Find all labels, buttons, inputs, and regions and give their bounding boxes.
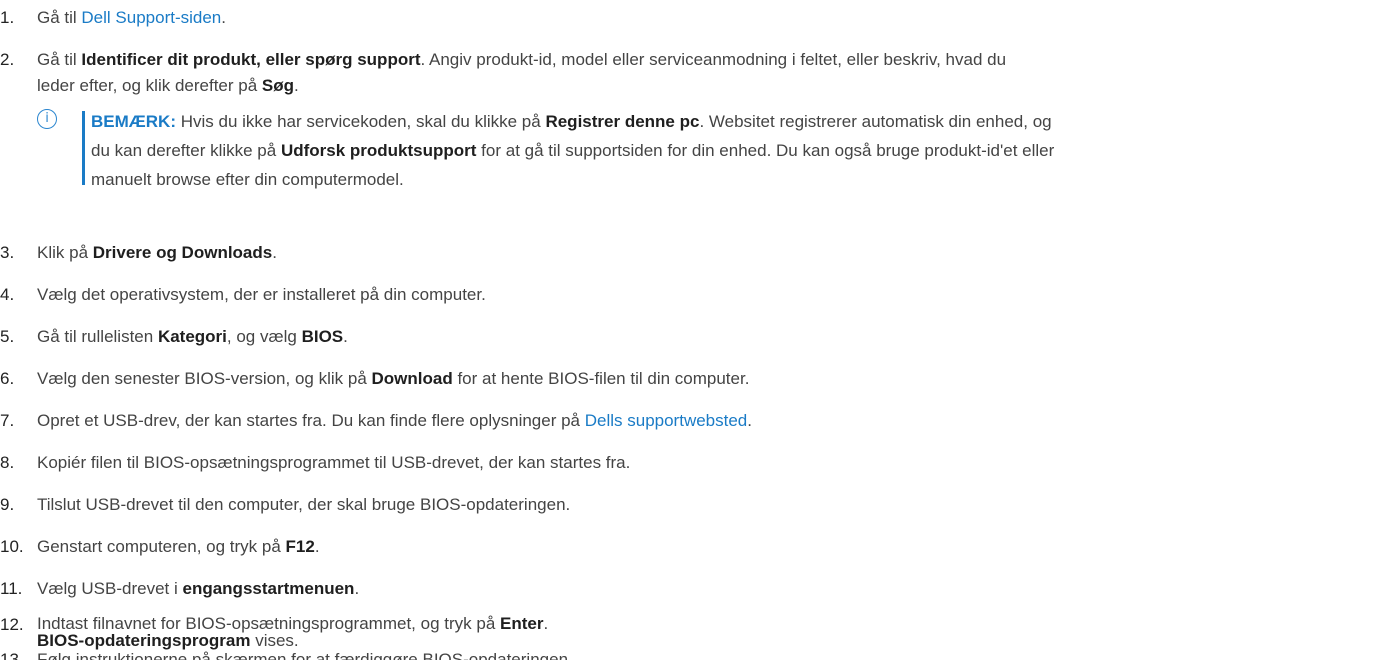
- step-2: 2. Gå til Identificer dit produkt, eller…: [0, 50, 1391, 102]
- note-line: manuelt browse efter din computermodel.: [91, 170, 404, 189]
- step-text-mid: , og vælg: [226, 327, 302, 346]
- step-number: 11.: [0, 579, 23, 598]
- step-text: Vælg den senester BIOS-version, og klik …: [37, 369, 749, 389]
- step-number: 9.: [0, 495, 15, 514]
- step-number: 2.: [0, 50, 15, 69]
- note-text: BEMÆRK: Hvis du ikke har servicekoden, s…: [91, 107, 1054, 194]
- step-text: Opret et USB-drev, der kan startes fra. …: [37, 411, 752, 431]
- note-text-post: . Websitet registrerer automatisk din en…: [699, 112, 1052, 131]
- step-text-bold: Søg: [261, 76, 295, 95]
- step-text-post: for at hente BIOS-filen til din computer…: [452, 369, 750, 388]
- note-text-pre: du kan derefter klikke på: [91, 141, 281, 160]
- step-text-post: .: [221, 8, 226, 27]
- step-text-bold: Enter: [500, 614, 544, 633]
- step-text-pre: Vælg USB-drevet i: [37, 579, 183, 598]
- step-number: 5.: [0, 327, 15, 346]
- step-number: 6.: [0, 369, 15, 388]
- step-number: 7.: [0, 411, 15, 430]
- step-text-bold: Identificer dit produkt, eller spørg sup…: [81, 50, 421, 69]
- step-number: 8.: [0, 453, 15, 472]
- step-text-pre: Gå til: [37, 8, 82, 27]
- step-text: Indtast filnavnet for BIOS-opsætningspro…: [37, 615, 548, 649]
- step-text-post: vises.: [250, 631, 299, 650]
- step-number: 10.: [0, 537, 24, 556]
- step-number: 4.: [0, 285, 15, 304]
- step-text: Gå til Identificer dit produkt, eller sp…: [37, 47, 1006, 99]
- note-text-post: for at gå til supportsiden for din enhed…: [476, 141, 1055, 160]
- note-label: BEMÆRK:: [91, 112, 176, 131]
- dells-supportwebsted-link[interactable]: Dells supportwebsted: [585, 411, 748, 430]
- step-text-pre: Opret et USB-drev, der kan startes fra. …: [37, 411, 585, 430]
- step-text: Vælg USB-drevet i engangsstartmenuen.: [37, 579, 359, 599]
- step-text: Genstart computeren, og tryk på F12.: [37, 537, 320, 557]
- step-text-bold: Download: [371, 369, 453, 388]
- step-text-pre: Vælg den senester BIOS-version, og klik …: [37, 369, 372, 388]
- step-line: BIOS-opdateringsprogram vises.: [37, 632, 548, 649]
- note-text-pre: Hvis du ikke har servicekoden, skal du k…: [176, 112, 546, 131]
- step-text-bold: Kategori: [157, 327, 227, 346]
- step-text-bold: BIOS-opdateringsprogram: [37, 631, 251, 650]
- step-text-pre: Gå til: [37, 50, 82, 69]
- dell-support-link[interactable]: Dell Support-siden: [81, 8, 221, 27]
- note-line: du kan derefter klikke på Udforsk produk…: [91, 136, 1054, 165]
- step-number: 3.: [0, 243, 15, 262]
- step-text-bold: Drivere og Downloads: [92, 243, 273, 262]
- step-line: Indtast filnavnet for BIOS-opsætningspro…: [37, 615, 548, 632]
- step-text-post: .: [294, 76, 299, 95]
- step-text: Gå til rullelisten Kategori, og vælg BIO…: [37, 327, 348, 347]
- step-text: Gå til Dell Support-siden.: [37, 8, 226, 28]
- step-text-bold: BIOS: [301, 327, 344, 346]
- step-text: Klik på Drivere og Downloads.: [37, 243, 277, 263]
- step-text-pre: Genstart computeren, og tryk på: [37, 537, 286, 556]
- note-accent-bar: [82, 111, 85, 185]
- step-line: Gå til Identificer dit produkt, eller sp…: [37, 47, 1006, 73]
- step-text-pre: Klik på: [37, 243, 93, 262]
- step-text-bold: F12: [285, 537, 315, 556]
- step-13: 13. Følg instruktionerne på skærmen for …: [0, 650, 1391, 660]
- step-number: 12.: [0, 615, 24, 634]
- step-12: 12. Indtast filnavnet for BIOS-opsætning…: [0, 615, 1391, 649]
- note-line: BEMÆRK: Hvis du ikke har servicekoden, s…: [91, 107, 1054, 136]
- step-text-post: .: [543, 614, 549, 633]
- note-text-bold: Udforsk produktsupport: [280, 141, 477, 160]
- note-box: i BEMÆRK: Hvis du ikke har servicekoden,…: [37, 107, 1391, 189]
- step-text-post: .: [354, 579, 360, 598]
- step-text-pre: Gå til rullelisten: [37, 327, 158, 346]
- step-text-post: . Angiv produkt-id, model eller servicea…: [420, 50, 1007, 69]
- note-text-bold: Registrer denne pc: [545, 112, 700, 131]
- step-text: Følg instruktionerne på skærmen for at f…: [37, 650, 573, 660]
- step-number: 13.: [0, 650, 24, 660]
- step-line: leder efter, og klik derefter på Søg.: [37, 73, 1006, 99]
- info-icon: i: [37, 109, 57, 129]
- step-text-pre: leder efter, og klik derefter på: [37, 76, 262, 95]
- step-text-post: .: [343, 327, 348, 346]
- step-text: Tilslut USB-drevet til den computer, der…: [37, 495, 571, 514]
- step-text-post: .: [747, 411, 752, 430]
- step-number: 1.: [0, 8, 15, 27]
- step-text-post: .: [314, 537, 320, 556]
- step-text: Vælg det operativsystem, der er installe…: [37, 285, 486, 304]
- step-text: Kopiér filen til BIOS-opsætningsprogramm…: [37, 453, 631, 472]
- step-text-post: .: [272, 243, 277, 262]
- step-text-bold: engangsstartmenuen: [182, 579, 355, 598]
